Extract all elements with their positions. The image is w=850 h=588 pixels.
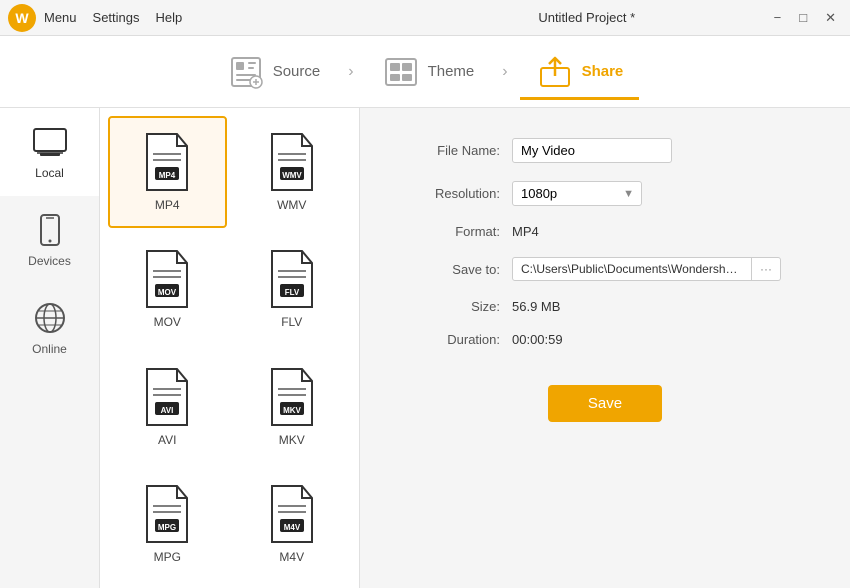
- menu-bar: Menu Settings Help: [44, 10, 406, 25]
- resolution-label: Resolution:: [400, 186, 500, 201]
- menu-item-settings[interactable]: Settings: [93, 10, 140, 25]
- duration-value: 00:00:59: [512, 332, 563, 347]
- flv-label: FLV: [281, 315, 302, 329]
- online-icon: [32, 300, 68, 336]
- duration-label: Duration:: [400, 332, 500, 347]
- resolution-select[interactable]: 720p 1080p 2K 4K: [512, 181, 642, 206]
- saveto-label: Save to:: [400, 262, 500, 277]
- wmv-label: WMV: [277, 198, 306, 212]
- save-button[interactable]: Save: [548, 385, 662, 422]
- step-source-label: Source: [273, 63, 321, 80]
- format-value: MP4: [512, 224, 539, 239]
- menu-item-help[interactable]: Help: [156, 10, 183, 25]
- sidebar: Local Devices On: [0, 108, 100, 588]
- mp4-label: MP4: [155, 198, 180, 212]
- mov-label: MOV: [154, 315, 181, 329]
- avi-file-icon: AVI: [141, 367, 193, 427]
- step-theme[interactable]: Theme: [366, 45, 491, 99]
- format-panel: MP4 MP4 WMV WMV: [100, 108, 360, 588]
- saveto-input[interactable]: [512, 257, 752, 281]
- svg-text:MOV: MOV: [158, 288, 177, 297]
- maximize-button[interactable]: □: [793, 8, 813, 28]
- step-share[interactable]: Share: [520, 45, 640, 99]
- resolution-select-wrapper: 720p 1080p 2K 4K ▼: [512, 181, 642, 206]
- svg-text:FLV: FLV: [284, 288, 299, 297]
- m4v-file-icon: M4V: [266, 484, 318, 544]
- step-source[interactable]: Source: [211, 45, 337, 99]
- filename-input[interactable]: [512, 138, 672, 163]
- sidebar-local-label: Local: [35, 166, 64, 180]
- step-arrow-1: ›: [348, 63, 353, 81]
- format-m4v[interactable]: M4V M4V: [233, 469, 352, 581]
- filename-label: File Name:: [400, 143, 500, 158]
- saveto-path-group: ···: [512, 257, 781, 281]
- source-icon: [227, 53, 265, 91]
- format-wmv[interactable]: WMV WMV: [233, 116, 352, 228]
- local-icon: [32, 124, 68, 160]
- format-label: Format:: [400, 224, 500, 239]
- svg-text:MP4: MP4: [159, 171, 176, 180]
- format-mov[interactable]: MOV MOV: [108, 234, 227, 346]
- mpg-label: MPG: [154, 550, 181, 564]
- sidebar-item-online[interactable]: Online: [0, 284, 99, 372]
- format-avi[interactable]: AVI AVI: [108, 351, 227, 463]
- settings-panel: File Name: Resolution: 720p 1080p 2K 4K …: [360, 108, 850, 588]
- mov-file-icon: MOV: [141, 249, 193, 309]
- step-theme-label: Theme: [428, 63, 475, 80]
- sidebar-item-local[interactable]: Local: [0, 108, 99, 196]
- avi-label: AVI: [158, 433, 176, 447]
- size-value: 56.9 MB: [512, 299, 560, 314]
- devices-icon: [32, 212, 68, 248]
- flv-file-icon: FLV: [266, 249, 318, 309]
- title-bar: W Menu Settings Help Untitled Project * …: [0, 0, 850, 36]
- step-navigation: Source › Theme › Share: [0, 36, 850, 108]
- duration-row: Duration: 00:00:59: [400, 332, 810, 347]
- close-button[interactable]: ✕: [819, 8, 842, 28]
- menu-item-menu[interactable]: Menu: [44, 10, 77, 25]
- svg-text:MKV: MKV: [283, 406, 301, 415]
- format-grid: MP4 MP4 WMV WMV: [100, 108, 359, 588]
- share-icon: [536, 53, 574, 91]
- size-row: Size: 56.9 MB: [400, 299, 810, 314]
- filename-row: File Name:: [400, 138, 810, 163]
- minimize-button[interactable]: −: [768, 8, 788, 28]
- format-mkv[interactable]: MKV MKV: [233, 351, 352, 463]
- format-mp4[interactable]: MP4 MP4: [108, 116, 227, 228]
- format-flv[interactable]: FLV FLV: [233, 234, 352, 346]
- mp4-file-icon: MP4: [141, 132, 193, 192]
- saveto-row: Save to: ···: [400, 257, 810, 281]
- format-row: Format: MP4: [400, 224, 810, 239]
- svg-text:M4V: M4V: [284, 523, 301, 532]
- mkv-file-icon: MKV: [266, 367, 318, 427]
- saveto-browse-button[interactable]: ···: [752, 257, 781, 281]
- sidebar-online-label: Online: [32, 342, 67, 356]
- theme-icon: [382, 53, 420, 91]
- sidebar-devices-label: Devices: [28, 254, 71, 268]
- window-controls: − □ ✕: [768, 8, 842, 28]
- main-content: Local Devices On: [0, 108, 850, 588]
- step-share-label: Share: [582, 63, 624, 80]
- size-label: Size:: [400, 299, 500, 314]
- svg-text:MPG: MPG: [158, 523, 176, 532]
- format-mpg[interactable]: MPG MPG: [108, 469, 227, 581]
- m4v-label: M4V: [279, 550, 304, 564]
- mpg-file-icon: MPG: [141, 484, 193, 544]
- step-arrow-2: ›: [502, 63, 507, 81]
- svg-text:AVI: AVI: [161, 406, 174, 415]
- wmv-file-icon: WMV: [266, 132, 318, 192]
- app-logo: W: [8, 4, 36, 32]
- resolution-row: Resolution: 720p 1080p 2K 4K ▼: [400, 181, 810, 206]
- sidebar-item-devices[interactable]: Devices: [0, 196, 99, 284]
- window-title: Untitled Project *: [406, 10, 768, 25]
- svg-text:WMV: WMV: [282, 171, 302, 180]
- mkv-label: MKV: [279, 433, 305, 447]
